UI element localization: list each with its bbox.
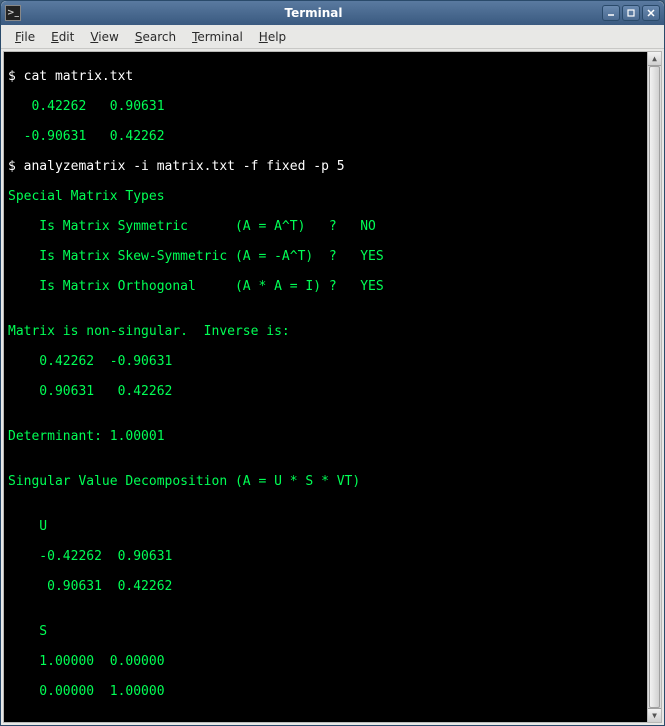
- output-line: 0.42262 0.90631: [8, 99, 657, 114]
- scrollbar[interactable]: ▲ ▼: [647, 52, 661, 722]
- menu-view[interactable]: View: [82, 28, 126, 46]
- minimize-icon: [606, 8, 616, 18]
- menu-help[interactable]: Help: [251, 28, 294, 46]
- terminal-window: >_ Terminal File Edit View Search Termin…: [0, 0, 665, 726]
- output-line: 1.00000 0.00000: [8, 654, 657, 669]
- output-line: Is Matrix Symmetric (A = A^T) ? NO: [8, 219, 657, 234]
- prompt-line: $ cat matrix.txt: [8, 69, 657, 84]
- output-line: 0.00000 1.00000: [8, 684, 657, 699]
- output-line: 0.90631 0.42262: [8, 384, 657, 399]
- app-icon: >_: [5, 5, 21, 21]
- output-line: Determinant: 1.00001: [8, 429, 657, 444]
- titlebar[interactable]: >_ Terminal: [1, 1, 664, 25]
- output-line: S: [8, 624, 657, 639]
- output-line: U: [8, 519, 657, 534]
- output-line: Matrix is non-singular. Inverse is:: [8, 324, 657, 339]
- menu-file[interactable]: File: [7, 28, 43, 46]
- terminal-output[interactable]: $ cat matrix.txt 0.42262 0.90631 -0.9063…: [3, 51, 662, 723]
- close-button[interactable]: [642, 5, 660, 21]
- output-line: -0.90631 0.42262: [8, 129, 657, 144]
- output-line: 0.42262 -0.90631: [8, 354, 657, 369]
- maximize-button[interactable]: [622, 5, 640, 21]
- scrollbar-thumb[interactable]: [649, 66, 660, 708]
- menubar: File Edit View Search Terminal Help: [1, 25, 664, 49]
- output-line: 0.90631 0.42262: [8, 579, 657, 594]
- menu-search[interactable]: Search: [127, 28, 184, 46]
- menu-edit[interactable]: Edit: [43, 28, 82, 46]
- output-line: Is Matrix Orthogonal (A * A = I) ? YES: [8, 279, 657, 294]
- window-controls: [602, 5, 660, 21]
- scroll-down-button[interactable]: ▼: [648, 708, 661, 722]
- close-icon: [646, 8, 656, 18]
- prompt-line: $ analyzematrix -i matrix.txt -f fixed -…: [8, 159, 657, 174]
- maximize-icon: [626, 8, 636, 18]
- output-line: Singular Value Decomposition (A = U * S …: [8, 474, 657, 489]
- scroll-up-button[interactable]: ▲: [648, 52, 661, 66]
- output-line: Is Matrix Skew-Symmetric (A = -A^T) ? YE…: [8, 249, 657, 264]
- menu-terminal[interactable]: Terminal: [184, 28, 251, 46]
- output-line: Special Matrix Types: [8, 189, 657, 204]
- minimize-button[interactable]: [602, 5, 620, 21]
- output-line: -0.42262 0.90631: [8, 549, 657, 564]
- window-title: Terminal: [25, 6, 602, 20]
